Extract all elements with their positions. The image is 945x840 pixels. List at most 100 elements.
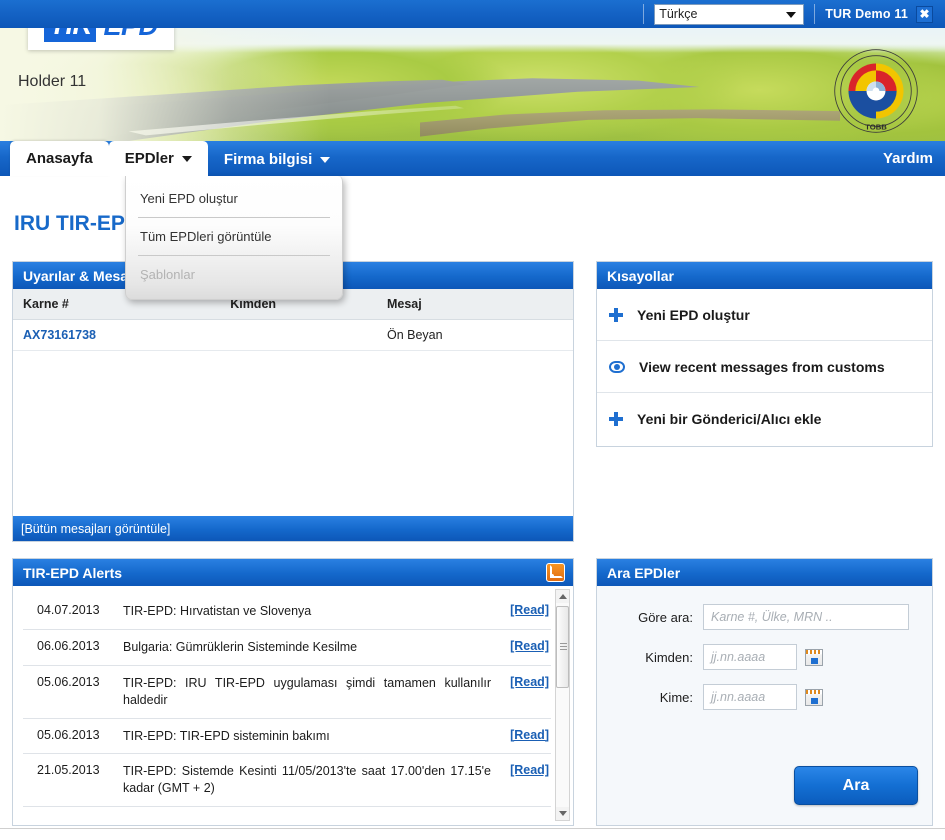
date-to-input[interactable]: jj.nn.aaaa (703, 684, 797, 710)
header-banner: Holder 11 TOBB TIR EPD (0, 28, 945, 141)
logo-tir-text: TIR (44, 28, 97, 42)
list-item: 04.07.2013 TIR-EPD: Hırvatistan ve Slove… (23, 594, 551, 630)
alerts-panel-header: TIR-EPD Alerts (13, 559, 573, 586)
tab-yardim[interactable]: Yardım (883, 141, 933, 176)
cell-kimden (220, 319, 377, 351)
alert-read-link[interactable]: [Read] (501, 728, 549, 742)
search-submit-label: Ara (842, 776, 870, 794)
menu-item-label: Yeni EPD oluştur (140, 191, 238, 206)
alerts-scrollbar[interactable] (555, 589, 570, 821)
alert-text: TIR-EPD: TIR-EPD sisteminin bakımı (123, 728, 330, 743)
chevron-down-icon (320, 156, 331, 163)
cell-mesaj: Ön Beyan (376, 319, 573, 351)
page-bottom-divider (0, 828, 945, 829)
search-field-row: Göre ara: Karne #, Ülke, MRN .. (611, 604, 918, 630)
search-field-row: Kime: jj.nn.aaaa (611, 684, 918, 710)
epdler-dropdown-menu: Yeni EPD oluştur Tüm EPDleri görüntüle Ş… (125, 176, 343, 300)
alerts-list: 04.07.2013 TIR-EPD: Hırvatistan ve Slove… (13, 586, 573, 825)
alerts-panel-title: TIR-EPD Alerts (23, 564, 123, 581)
scroll-up-arrow-icon[interactable] (556, 590, 569, 603)
messages-panel-footer[interactable]: [Bütün mesajları görüntüle] (13, 516, 573, 541)
alert-read-link[interactable]: [Read] (501, 675, 549, 689)
top-bar-right-group: Türkçe TUR Demo 11 ✖ (633, 0, 945, 28)
list-item: 21.05.2013 TIR-EPD: Sistemde Kesinti 11/… (23, 754, 551, 808)
alert-text: TIR-EPD: Hırvatistan ve Slovenya (123, 604, 312, 618)
calendar-icon[interactable] (805, 648, 823, 666)
plus-icon (609, 412, 623, 426)
shortcut-view-customs-messages-label: View recent messages from customs (639, 358, 885, 375)
shortcuts-panel-header: Kısayollar (597, 262, 932, 289)
view-all-messages-link: [Bütün mesajları görüntüle] (21, 521, 171, 536)
alert-date: 05.06.2013 (37, 727, 100, 742)
messages-panel: Uyarılar & Mesajlar Karne # Kimden Mesaj… (12, 261, 574, 542)
tab-epdler[interactable]: EPDler (108, 141, 208, 176)
alerts-panel: TIR-EPD Alerts 04.07.2013 TIR-EPD: Hırva… (12, 558, 574, 826)
close-icon[interactable]: ✖ (916, 5, 933, 23)
alert-date: 04.07.2013 (37, 603, 100, 617)
rss-icon[interactable] (546, 563, 565, 582)
language-select-value: Türkçe (659, 7, 698, 21)
tab-anasayfa-label: Anasayfa (26, 150, 93, 167)
tir-epd-logo[interactable]: TIR EPD (28, 28, 174, 50)
svg-text:TOBB: TOBB (865, 123, 887, 132)
cell-karne: AX73161738 (13, 319, 221, 351)
page-title: IRU TIR-EPD (14, 212, 140, 235)
date-from-input[interactable]: jj.nn.aaaa (703, 644, 797, 670)
menu-item-label: Şablonlar (140, 267, 195, 282)
chevron-down-icon (786, 12, 797, 18)
divider (643, 4, 645, 24)
alert-read-link[interactable]: [Read] (501, 763, 549, 777)
alert-text: TIR-EPD: Sistemde Kesinti 11/05/2013'te … (123, 764, 491, 796)
search-submit-button[interactable]: Ara (794, 766, 918, 805)
alert-date: 05.06.2013 (37, 674, 100, 689)
shortcut-create-epd[interactable]: Yeni EPD oluştur (597, 289, 932, 341)
shortcuts-panel: Kısayollar Yeni EPD oluştur View recent … (596, 261, 933, 447)
tobb-logo: TOBB (834, 49, 918, 133)
shortcut-view-customs-messages[interactable]: View recent messages from customs (597, 341, 932, 393)
tab-firma-bilgisi-label: Firma bilgisi (223, 151, 313, 168)
alert-date: 21.05.2013 (37, 763, 100, 778)
alert-read-link[interactable]: [Read] (501, 639, 549, 653)
menu-item-label: Tüm EPDleri görüntüle (140, 229, 272, 244)
search-by-input[interactable]: Karne #, Ülke, MRN .. (703, 604, 909, 630)
page-root: Türkçe TUR Demo 11 ✖ Holder 11 TOBB Anas… (0, 0, 945, 840)
alert-read-link[interactable]: [Read] (501, 603, 549, 617)
chevron-down-icon (181, 155, 192, 162)
shortcut-add-consignor-label: Yeni bir Gönderici/Alıcı ekle (637, 411, 822, 427)
language-select[interactable]: Türkçe (654, 3, 805, 25)
menu-item-tum-epdleri-goruntule[interactable]: Tüm EPDleri görüntüle (126, 218, 342, 255)
search-panel-title: Ara EPDler (607, 564, 681, 581)
shortcut-add-consignor[interactable]: Yeni bir Gönderici/Alıcı ekle (597, 393, 932, 445)
list-item: 05.06.2013 TIR-EPD: IRU TIR-EPD uygulama… (23, 666, 551, 719)
scroll-down-arrow-icon[interactable] (556, 807, 569, 820)
shortcuts-panel-title: Kısayollar (607, 267, 674, 284)
user-name-label: TUR Demo 11 (825, 7, 908, 21)
plus-icon (609, 307, 623, 322)
divider (814, 4, 816, 24)
shortcut-create-epd-label: Yeni EPD oluştur (637, 306, 750, 323)
scrollbar-thumb[interactable] (556, 606, 569, 688)
tab-epdler-label: EPDler (124, 150, 174, 167)
search-by-label: Göre ara: (638, 609, 693, 625)
column-header-mesaj: Mesaj (376, 289, 573, 320)
alert-text: TIR-EPD: IRU TIR-EPD uygulaması şimdi ta… (123, 675, 491, 707)
nav-tabs: Anasayfa EPDler Firma bilgisi (10, 141, 346, 176)
eye-icon (609, 360, 625, 373)
alert-date: 06.06.2013 (37, 638, 100, 653)
alert-text: Bulgaria: Gümrüklerin Sisteminde Kesilme (123, 639, 358, 654)
search-panel: Ara EPDler Göre ara: Karne #, Ülke, MRN … (596, 558, 933, 826)
date-to-label: Kime: (659, 689, 693, 705)
calendar-icon[interactable] (805, 688, 823, 706)
menu-item-sablonlar: Şablonlar (126, 256, 342, 293)
list-item: 06.06.2013 Bulgaria: Gümrüklerin Sistemi… (23, 630, 551, 666)
logo-epd-text: EPD (103, 28, 158, 42)
karne-link[interactable]: AX73161738 (23, 328, 96, 342)
tab-anasayfa[interactable]: Anasayfa (10, 141, 109, 176)
search-panel-header: Ara EPDler (597, 559, 932, 586)
tab-firma-bilgisi[interactable]: Firma bilgisi (208, 143, 346, 176)
holder-name-label: Holder 11 (18, 73, 87, 90)
search-field-row: Kimden: jj.nn.aaaa (611, 644, 918, 670)
menu-item-yeni-epd-olustur[interactable]: Yeni EPD oluştur (126, 180, 342, 217)
top-bar: Türkçe TUR Demo 11 ✖ (0, 0, 945, 28)
date-from-label: Kimden: (645, 649, 693, 665)
